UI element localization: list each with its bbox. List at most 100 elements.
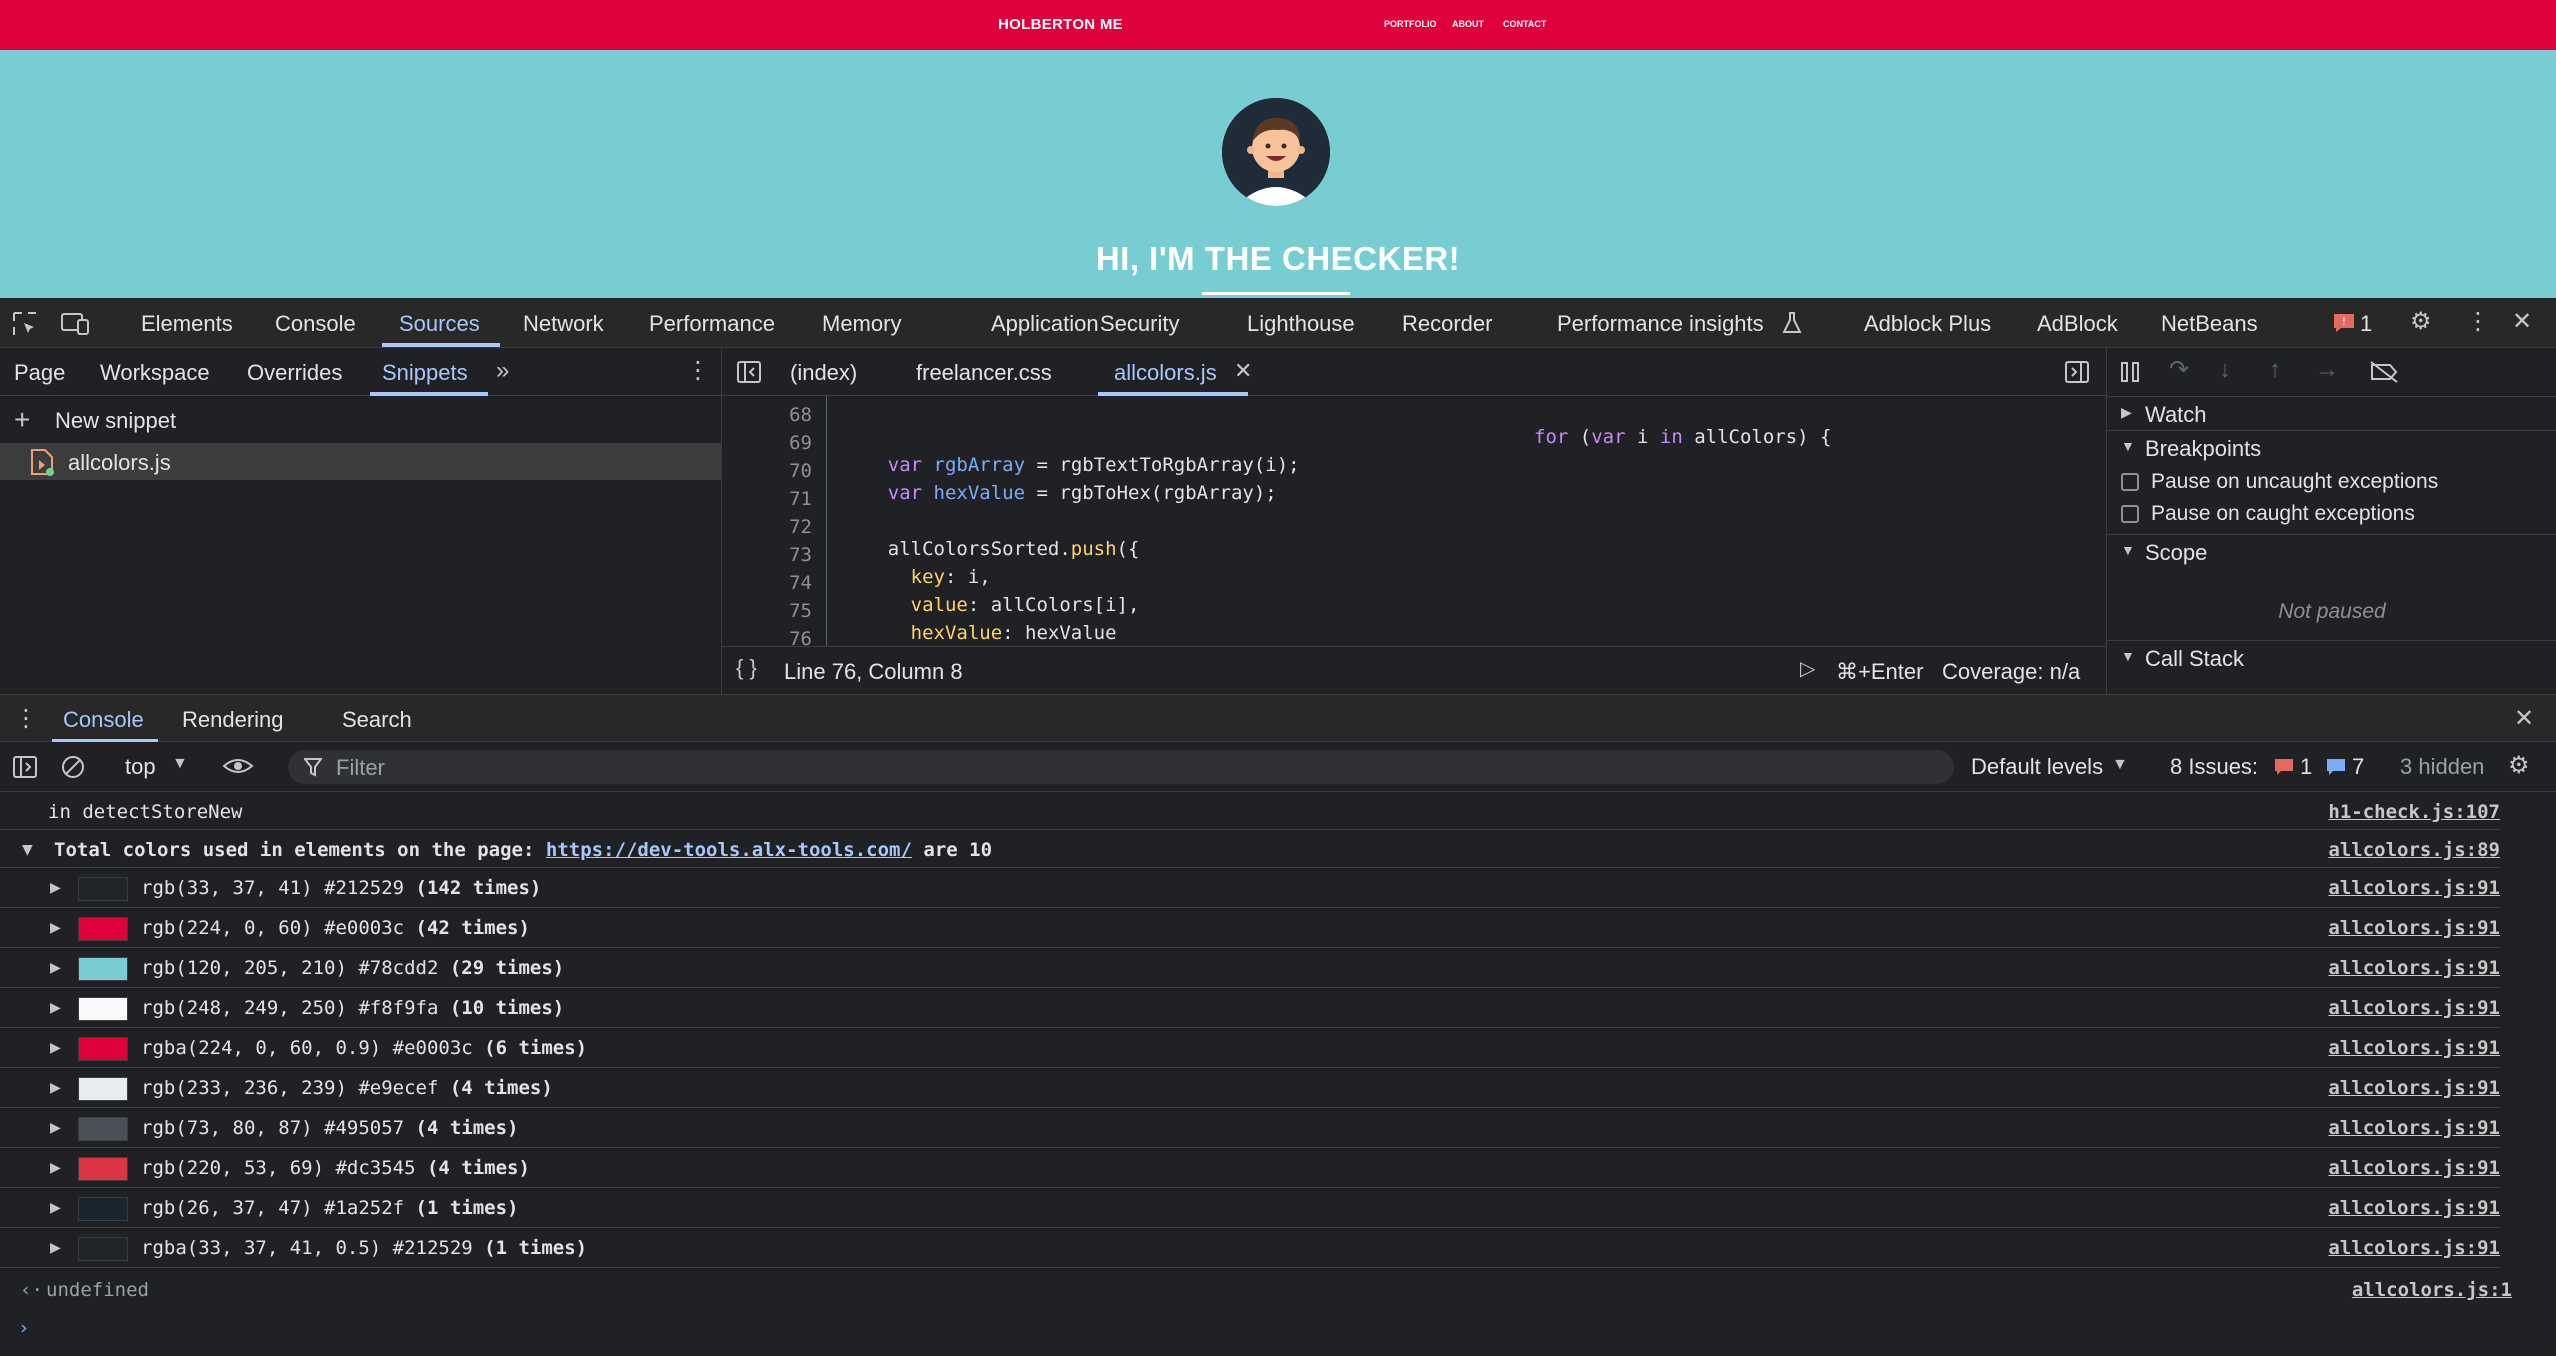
file-tab-freelancer-css[interactable]: freelancer.css <box>916 360 1052 386</box>
log-levels-dropdown[interactable]: Default levels <box>1971 754 2103 780</box>
source-link[interactable]: allcolors.js:91 <box>2328 1237 2500 1259</box>
nav-link-contact[interactable]: CONTACT <box>1503 19 1546 29</box>
nav-link-about[interactable]: ABOUT <box>1452 19 1484 29</box>
show-sidebar-icon[interactable] <box>12 755 38 784</box>
color-row[interactable]: ▶ rgba(224, 0, 60, 0.9) #e0003c (6 times)… <box>0 1028 2500 1068</box>
pause-icon[interactable] <box>2119 360 2143 389</box>
context-selector[interactable]: top <box>125 754 156 780</box>
tab-lighthouse[interactable]: Lighthouse <box>1247 311 1355 337</box>
scope-section[interactable]: ▼ Scope <box>2107 534 2556 568</box>
file-tab-index[interactable]: (index) <box>790 360 857 386</box>
tab-adblock[interactable]: AdBlock <box>2037 311 2118 337</box>
file-tab-allcolors-js[interactable]: allcolors.js <box>1114 360 1217 386</box>
source-link[interactable]: allcolors.js:91 <box>2328 1117 2500 1139</box>
expand-icon[interactable]: ▶ <box>50 1160 61 1176</box>
source-link[interactable]: h1-check.js:107 <box>2328 801 2500 823</box>
expand-icon[interactable]: ▶ <box>50 880 61 896</box>
expand-icon[interactable]: ▶ <box>50 920 61 936</box>
site-brand[interactable]: HOLBERTON ME <box>998 16 1123 33</box>
tab-snippets[interactable]: Snippets <box>382 360 468 386</box>
expand-icon[interactable]: ▶ <box>50 1120 61 1136</box>
step-into-icon[interactable]: ↓ <box>2219 358 2231 382</box>
tab-adblock-plus[interactable]: Adblock Plus <box>1864 311 1991 337</box>
tab-netbeans[interactable]: NetBeans <box>2161 311 2258 337</box>
chevron-double-right-icon[interactable]: » <box>496 359 509 383</box>
call-stack-section[interactable]: ▼ Call Stack <box>2107 640 2556 674</box>
source-link[interactable]: allcolors.js:91 <box>2328 1197 2500 1219</box>
error-badge-icon[interactable]: ! <box>2333 313 2355 338</box>
watch-section[interactable]: ▶ Watch <box>2107 396 2556 430</box>
close-tab-icon[interactable]: ✕ <box>1234 360 1252 382</box>
pause-caught-checkbox[interactable] <box>2121 505 2139 523</box>
console-prompt[interactable]: › <box>0 1308 2500 1346</box>
tab-recorder[interactable]: Recorder <box>1402 311 1492 337</box>
source-link[interactable]: allcolors.js:91 <box>2328 877 2500 899</box>
gear-icon[interactable]: ⚙ <box>2410 310 2432 334</box>
tab-elements[interactable]: Elements <box>141 311 233 337</box>
color-row[interactable]: ▶ rgb(248, 249, 250) #f8f9fa (10 times) al… <box>0 988 2500 1028</box>
color-row[interactable]: ▶ rgb(224, 0, 60) #e0003c (42 times) allco… <box>0 908 2500 948</box>
color-row[interactable]: ▶ rgb(233, 236, 239) #e9ecef (4 times) all… <box>0 1068 2500 1108</box>
issues-error-count[interactable]: 1 <box>2300 754 2312 780</box>
pause-caught-row[interactable]: Pause on caught exceptions <box>2107 498 2556 530</box>
step-icon[interactable]: → <box>2315 358 2339 382</box>
source-link[interactable]: allcolors.js:91 <box>2328 1157 2500 1179</box>
expand-icon[interactable]: ▶ <box>50 1240 61 1256</box>
step-over-icon[interactable]: ↷ <box>2169 358 2189 382</box>
breakpoints-section[interactable]: ▼ Breakpoints <box>2107 430 2556 464</box>
source-link[interactable]: allcolors.js:89 <box>2328 839 2500 861</box>
filter-input[interactable]: Filter <box>288 750 1954 784</box>
pretty-print-icon[interactable]: { } <box>736 657 757 679</box>
tab-memory[interactable]: Memory <box>822 311 901 337</box>
color-row[interactable]: ▶ rgb(33, 37, 41) #212529 (142 times) allc… <box>0 868 2500 908</box>
pause-uncaught-row[interactable]: Pause on uncaught exceptions <box>2107 466 2556 498</box>
issues-info-count[interactable]: 7 <box>2352 754 2364 780</box>
toggle-navigator-icon[interactable] <box>736 360 762 389</box>
drawer-tab-rendering[interactable]: Rendering <box>182 707 284 733</box>
clear-console-icon[interactable] <box>60 754 86 785</box>
run-snippet-icon[interactable]: ▷ <box>1800 659 1815 679</box>
expand-icon[interactable]: ▶ <box>50 960 61 976</box>
tab-network[interactable]: Network <box>523 311 604 337</box>
tab-console[interactable]: Console <box>275 311 356 337</box>
error-count[interactable]: 1 <box>2360 311 2372 337</box>
source-link[interactable]: allcolors.js:91 <box>2328 957 2500 979</box>
tab-overrides[interactable]: Overrides <box>247 360 342 386</box>
source-link[interactable]: allcolors.js:91 <box>2328 1077 2500 1099</box>
source-link[interactable]: allcolors.js:1 <box>2352 1279 2512 1301</box>
navigator-menu-icon[interactable]: ⋮ <box>686 359 710 383</box>
tab-workspace[interactable]: Workspace <box>100 360 210 386</box>
console-group[interactable]: ▼ Total colors used in elements on the p… <box>0 830 2500 868</box>
source-link[interactable]: allcolors.js:91 <box>2328 997 2500 1019</box>
color-row[interactable]: ▶ rgb(220, 53, 69) #dc3545 (4 times) allco… <box>0 1148 2500 1188</box>
color-row[interactable]: ▶ rgba(33, 37, 41, 0.5) #212529 (1 times)… <box>0 1228 2500 1268</box>
drawer-menu-icon[interactable]: ⋮ <box>14 707 38 731</box>
expand-icon[interactable]: ▶ <box>50 1080 61 1096</box>
expand-icon[interactable]: ▶ <box>50 1200 61 1216</box>
issues-label[interactable]: 8 Issues: <box>2170 754 2258 780</box>
tab-sources[interactable]: Sources <box>399 311 480 337</box>
close-drawer-icon[interactable]: ✕ <box>2514 707 2534 731</box>
pause-uncaught-checkbox[interactable] <box>2121 473 2139 491</box>
tab-performance-insights[interactable]: Performance insights <box>1557 311 1764 337</box>
tab-page[interactable]: Page <box>14 360 65 386</box>
nav-link-portfolio[interactable]: PORTFOLIO <box>1384 19 1437 29</box>
step-out-icon[interactable]: ↑ <box>2269 358 2281 382</box>
color-row[interactable]: ▶ rgb(120, 205, 210) #78cdd2 (29 times) al… <box>0 948 2500 988</box>
code-area[interactable]: 68 for (var i in allColors) { 69 var rgb… <box>722 396 2106 646</box>
drawer-tab-search[interactable]: Search <box>342 707 412 733</box>
console-settings-gear-icon[interactable]: ⚙ <box>2508 754 2530 778</box>
page-url-link[interactable]: https://dev-tools.alx-tools.com/ <box>546 839 912 861</box>
expand-icon[interactable]: ▶ <box>50 1000 61 1016</box>
more-options-icon[interactable]: ⋮ <box>2466 310 2490 334</box>
device-toolbar-icon[interactable] <box>60 311 90 342</box>
source-link[interactable]: allcolors.js:91 <box>2328 917 2500 939</box>
tab-performance[interactable]: Performance <box>649 311 775 337</box>
deactivate-breakpoints-icon[interactable] <box>2369 360 2399 389</box>
snippet-item[interactable]: allcolors.js <box>0 444 722 480</box>
color-row[interactable]: ▶ rgb(73, 80, 87) #495057 (4 times) allcol… <box>0 1108 2500 1148</box>
collapse-icon[interactable]: ▼ <box>22 842 33 858</box>
chevron-down-icon[interactable]: ▼ <box>172 756 188 772</box>
expand-icon[interactable]: ▶ <box>50 1040 61 1056</box>
tab-application[interactable]: Application <box>991 311 1099 337</box>
